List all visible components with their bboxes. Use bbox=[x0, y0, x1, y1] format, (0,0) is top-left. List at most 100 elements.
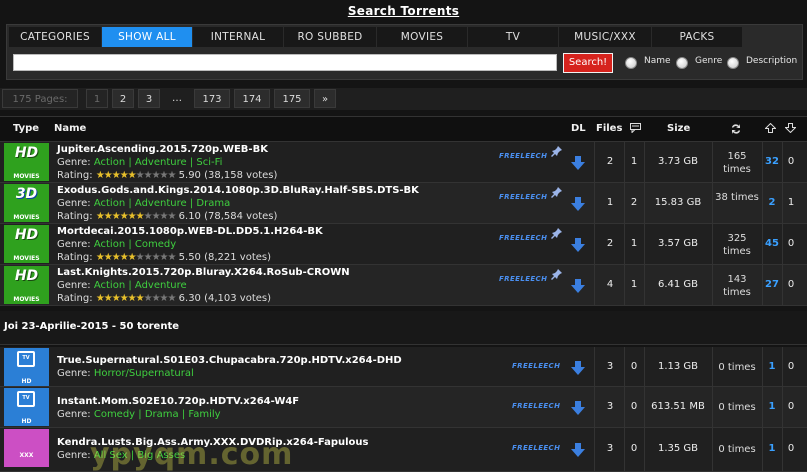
tab-internal[interactable]: INTERNAL bbox=[193, 27, 283, 47]
download-icon[interactable] bbox=[571, 197, 585, 211]
tab-show-all[interactable]: SHOW ALL bbox=[102, 27, 192, 47]
tab-music-xxx[interactable]: MUSIC/XXX bbox=[559, 27, 651, 47]
comments-count[interactable]: 0 bbox=[626, 401, 642, 412]
genre-link[interactable]: Family bbox=[188, 409, 220, 420]
download-icon[interactable] bbox=[571, 279, 585, 293]
col-files[interactable]: Files bbox=[596, 123, 622, 134]
category-badge-movies[interactable]: HD MOVIES bbox=[4, 143, 49, 181]
torrent-name[interactable]: Jupiter.Ascending.2015.720p.WEB-BK bbox=[57, 144, 268, 155]
completed-count[interactable]: 143 times bbox=[714, 273, 760, 299]
torrent-name[interactable]: True.Supernatural.S01E03.Chupacabra.720p… bbox=[57, 355, 402, 366]
download-icon[interactable] bbox=[571, 238, 585, 252]
page-link-2[interactable]: 2 bbox=[112, 89, 134, 108]
genre-link[interactable]: Big Asses bbox=[137, 450, 185, 461]
leechers-count[interactable]: 1 bbox=[783, 197, 799, 208]
genre-link[interactable]: Sci-Fi bbox=[196, 157, 222, 168]
category-badge-xxx[interactable]: XXX bbox=[4, 429, 49, 467]
files-count[interactable]: 3 bbox=[598, 361, 622, 372]
comments-count[interactable]: 2 bbox=[626, 197, 642, 208]
search-input[interactable] bbox=[13, 54, 557, 71]
seeders-count[interactable]: 27 bbox=[763, 279, 781, 290]
page-title[interactable]: Search Torrents bbox=[348, 4, 459, 18]
category-badge-movies[interactable]: HD MOVIES bbox=[4, 266, 49, 304]
completed-count[interactable]: 0 times bbox=[714, 443, 760, 456]
download-icon[interactable] bbox=[571, 401, 585, 415]
leechers-count[interactable]: 0 bbox=[783, 156, 799, 167]
files-count[interactable]: 3 bbox=[598, 401, 622, 412]
leechers-count[interactable]: 0 bbox=[783, 361, 799, 372]
completed-count[interactable]: 165 times bbox=[714, 150, 760, 176]
genre-link[interactable]: Adventure bbox=[135, 157, 187, 168]
genre-link[interactable]: Drama bbox=[196, 198, 230, 209]
category-badge-movies[interactable]: HD MOVIES bbox=[4, 225, 49, 263]
completed-icon[interactable] bbox=[730, 123, 742, 138]
seeders-count[interactable]: 1 bbox=[763, 361, 781, 372]
tab-ro-subbed[interactable]: RO SUBBED bbox=[284, 27, 376, 47]
leechers-count[interactable]: 0 bbox=[783, 401, 799, 412]
comments-count[interactable]: 1 bbox=[626, 238, 642, 249]
leechers-icon[interactable] bbox=[784, 123, 797, 136]
leechers-count[interactable]: 0 bbox=[783, 279, 799, 290]
torrent-name[interactable]: Mortdecai.2015.1080p.WEB-DL.DD5.1.H264-B… bbox=[57, 226, 323, 237]
torrent-name[interactable]: Exodus.Gods.and.Kings.2014.1080p.3D.BluR… bbox=[57, 185, 419, 196]
genre-link[interactable]: Comedy bbox=[94, 409, 135, 420]
comments-icon[interactable] bbox=[630, 123, 641, 136]
files-count[interactable]: 4 bbox=[598, 279, 622, 290]
radio-genre[interactable] bbox=[676, 57, 688, 69]
category-badge-tv[interactable]: TV HD bbox=[4, 348, 49, 386]
comments-count[interactable]: 1 bbox=[626, 279, 642, 290]
leechers-count[interactable]: 0 bbox=[783, 238, 799, 249]
genre-link[interactable]: Drama bbox=[145, 409, 179, 420]
files-count[interactable]: 3 bbox=[598, 443, 622, 454]
seeders-count[interactable]: 45 bbox=[763, 238, 781, 249]
files-count[interactable]: 2 bbox=[598, 238, 622, 249]
files-count[interactable]: 2 bbox=[598, 156, 622, 167]
page-link-3[interactable]: 3 bbox=[138, 89, 160, 108]
category-badge-tv[interactable]: TV HD bbox=[4, 388, 49, 426]
genre-link[interactable]: Action bbox=[94, 280, 125, 291]
completed-count[interactable]: 0 times bbox=[714, 401, 760, 414]
page-next[interactable]: » bbox=[314, 89, 336, 108]
category-badge-movies[interactable]: 3D MOVIES bbox=[4, 184, 49, 222]
genre-link[interactable]: Comedy bbox=[135, 239, 176, 250]
download-icon[interactable] bbox=[571, 361, 585, 375]
seeders-count[interactable]: 32 bbox=[763, 156, 781, 167]
tab-packs[interactable]: PACKS bbox=[652, 27, 742, 47]
col-type[interactable]: Type bbox=[13, 123, 39, 134]
torrent-name[interactable]: Kendra.Lusts.Big.Ass.Army.XXX.DVDRip.x26… bbox=[57, 437, 369, 448]
page-link-175[interactable]: 175 bbox=[274, 89, 310, 108]
genre-link[interactable]: Action bbox=[94, 239, 125, 250]
seeders-count[interactable]: 1 bbox=[763, 401, 781, 412]
page-link-173[interactable]: 173 bbox=[194, 89, 230, 108]
genre-link[interactable]: Adventure bbox=[135, 198, 187, 209]
torrent-name[interactable]: Instant.Mom.S02E10.720p.HDTV.x264-W4F bbox=[57, 396, 299, 407]
comments-count[interactable]: 0 bbox=[626, 361, 642, 372]
search-button[interactable]: Search! bbox=[563, 53, 613, 73]
tab-movies[interactable]: MOVIES bbox=[377, 27, 467, 47]
tab-tv[interactable]: TV bbox=[468, 27, 558, 47]
genre-link[interactable]: Horror/Supernatural bbox=[94, 368, 194, 379]
genre-link[interactable]: Action bbox=[94, 198, 125, 209]
col-name[interactable]: Name bbox=[54, 123, 86, 134]
radio-description[interactable] bbox=[727, 57, 739, 69]
seeders-count[interactable]: 2 bbox=[763, 197, 781, 208]
completed-count[interactable]: 0 times bbox=[714, 361, 760, 374]
genre-link[interactable]: Action bbox=[94, 157, 125, 168]
files-count[interactable]: 1 bbox=[598, 197, 622, 208]
page-link-1[interactable]: 1 bbox=[86, 89, 108, 108]
torrent-name[interactable]: Last.Knights.2015.720p.Bluray.X264.RoSub… bbox=[57, 267, 350, 278]
completed-count[interactable]: 325 times bbox=[714, 232, 760, 258]
col-size[interactable]: Size bbox=[667, 123, 690, 134]
genre-link[interactable]: All Sex bbox=[94, 450, 128, 461]
leechers-count[interactable]: 0 bbox=[783, 443, 799, 454]
seeders-icon[interactable] bbox=[764, 122, 777, 136]
page-link-174[interactable]: 174 bbox=[234, 89, 270, 108]
radio-name[interactable] bbox=[625, 57, 637, 69]
tab-categories[interactable]: CATEGORIES bbox=[9, 27, 101, 47]
comments-count[interactable]: 0 bbox=[626, 443, 642, 454]
completed-count[interactable]: 38 times bbox=[714, 191, 760, 204]
seeders-count[interactable]: 1 bbox=[763, 443, 781, 454]
download-icon[interactable] bbox=[571, 156, 585, 170]
download-icon[interactable] bbox=[571, 443, 585, 457]
comments-count[interactable]: 1 bbox=[626, 156, 642, 167]
